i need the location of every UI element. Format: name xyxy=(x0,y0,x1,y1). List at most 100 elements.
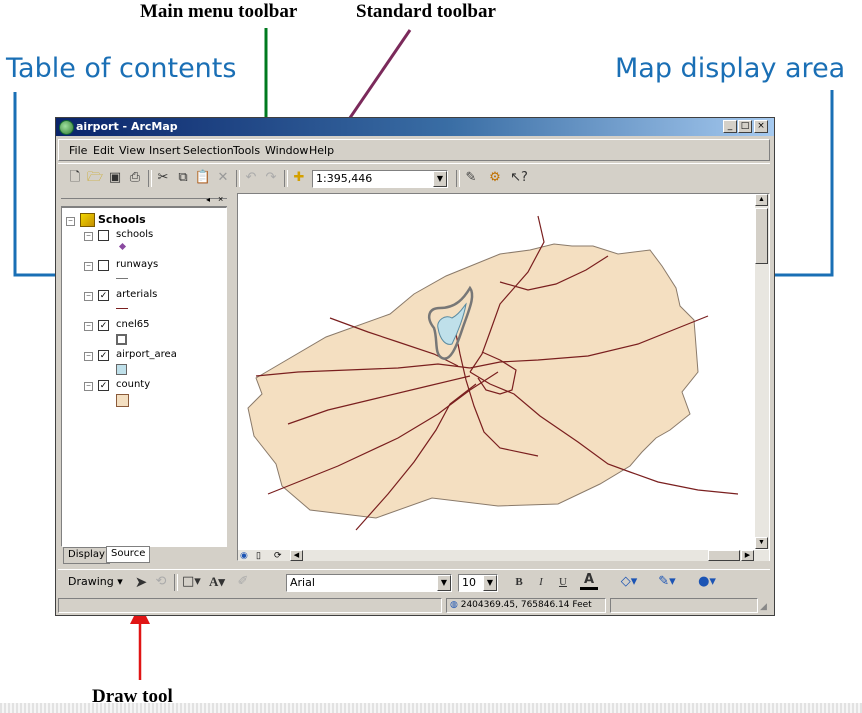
close-button[interactable]: × xyxy=(754,120,768,133)
map-display-area[interactable]: ▲ ▼ ◉ ▯ ⟳ ◀ ▶ xyxy=(237,193,770,561)
vertical-scroll-thumb[interactable] xyxy=(755,208,768,264)
drawing-menu[interactable]: Drawing ▾ xyxy=(68,575,123,588)
line-color-icon[interactable]: ✎▾ xyxy=(658,573,676,591)
collapse-icon[interactable]: − xyxy=(84,292,93,301)
menu-insert[interactable]: Insert xyxy=(149,144,181,157)
horizontal-scroll-thumb[interactable] xyxy=(708,550,740,561)
whats-this-icon[interactable]: ↖? xyxy=(510,169,528,187)
refresh-view-icon[interactable]: ⟳ xyxy=(274,550,282,561)
data-frame-name[interactable]: Schools xyxy=(98,213,146,226)
collapse-icon[interactable]: − xyxy=(84,322,93,331)
layer-checkbox-schools[interactable] xyxy=(98,230,109,241)
select-elements-icon[interactable]: ➤ xyxy=(132,573,150,591)
menu-file[interactable]: File xyxy=(69,144,87,157)
tab-source[interactable]: Source xyxy=(106,546,151,563)
scroll-down-icon[interactable]: ▼ xyxy=(755,537,768,549)
globe-icon: ◍ xyxy=(450,600,458,610)
maximize-button[interactable]: □ xyxy=(738,120,752,133)
toc-close-icon[interactable]: × xyxy=(218,194,223,204)
collapse-icon[interactable]: − xyxy=(84,382,93,391)
layer-checkbox-arterials[interactable]: ✓ xyxy=(98,290,109,301)
menu-tools[interactable]: Tools xyxy=(233,144,260,157)
title-bar[interactable]: airport - ArcMap _ □ × xyxy=(56,118,774,136)
menu-selection[interactable]: Selection xyxy=(183,144,234,157)
layer-checkbox-airport-area[interactable]: ✓ xyxy=(98,350,109,361)
rectangle-icon[interactable]: □▾ xyxy=(182,573,201,591)
redo-icon[interactable]: ↷ xyxy=(262,169,280,187)
collapse-icon[interactable]: − xyxy=(84,232,93,241)
menu-view[interactable]: View xyxy=(119,144,145,157)
new-icon[interactable]: 🗋 xyxy=(66,169,84,187)
font-size-value: 10 xyxy=(462,576,476,589)
menu-window[interactable]: Window xyxy=(265,144,308,157)
layer-name-airport-area[interactable]: airport_area xyxy=(116,349,177,360)
scroll-right-icon[interactable]: ▶ xyxy=(741,550,754,561)
rotate-icon[interactable]: ⟲ xyxy=(152,573,170,591)
print-icon[interactable]: ⎙ xyxy=(126,169,144,187)
data-view-icon[interactable]: ◉ xyxy=(240,550,248,561)
font-size-combo[interactable]: 10 ▼ xyxy=(458,574,498,592)
map-scale-value: 1:395,446 xyxy=(316,172,373,185)
marker-color-icon[interactable]: ●▾ xyxy=(698,573,716,591)
chevron-down-icon[interactable]: ▼ xyxy=(433,171,447,187)
font-color-button[interactable]: A xyxy=(580,573,598,590)
toolbar-separator xyxy=(236,170,240,187)
layer-name-arterials[interactable]: arterials xyxy=(116,289,157,300)
horizontal-scrollbar[interactable]: ◉ ▯ ⟳ ◀ ▶ xyxy=(238,550,769,561)
layer-name-cnel65[interactable]: cnel65 xyxy=(116,319,150,330)
edit-vertices-icon[interactable]: ✐ xyxy=(234,573,252,591)
arctoolbox-icon[interactable]: ⚙ xyxy=(486,169,504,187)
layer-name-runways[interactable]: runways xyxy=(116,259,158,270)
menu-help[interactable]: Help xyxy=(309,144,334,157)
paste-icon[interactable]: 📋 xyxy=(194,169,212,187)
status-message xyxy=(58,598,442,613)
arcmap-globe-icon xyxy=(59,120,74,135)
map-scale-combo[interactable]: 1:395,446 ▼ xyxy=(312,170,448,188)
scroll-left-icon[interactable]: ◀ xyxy=(290,550,303,561)
vertical-scrollbar[interactable]: ▲ ▼ xyxy=(755,194,769,549)
toolbar-separator xyxy=(174,574,178,591)
collapse-icon[interactable]: − xyxy=(66,217,75,226)
underline-button[interactable]: U xyxy=(554,573,572,591)
status-extra-field xyxy=(610,598,758,613)
polygon-symbol-icon xyxy=(116,334,127,345)
save-icon[interactable]: ▣ xyxy=(106,169,124,187)
layer-checkbox-county[interactable]: ✓ xyxy=(98,380,109,391)
toc-grip[interactable] xyxy=(61,198,227,207)
delete-icon[interactable]: ✕ xyxy=(214,169,232,187)
map-canvas[interactable] xyxy=(238,194,754,549)
resize-grip-icon[interactable]: ◢ xyxy=(760,601,767,612)
font-combo[interactable]: Arial ▼ xyxy=(286,574,452,592)
undo-icon[interactable]: ↶ xyxy=(242,169,260,187)
italic-button[interactable]: I xyxy=(532,573,550,591)
line-symbol-icon xyxy=(116,308,128,309)
toolbar-separator xyxy=(148,170,152,187)
layer-name-county[interactable]: county xyxy=(116,379,150,390)
layer-checkbox-cnel65[interactable]: ✓ xyxy=(98,320,109,331)
cut-icon[interactable]: ✂ xyxy=(154,169,172,187)
minimize-button[interactable]: _ xyxy=(723,120,737,133)
bottom-band xyxy=(0,703,862,713)
layer-name-schools[interactable]: schools xyxy=(116,229,153,240)
new-text-icon[interactable]: A▾ xyxy=(208,573,226,591)
open-icon[interactable]: 🗁 xyxy=(86,169,104,187)
add-data-icon[interactable]: ✚ xyxy=(290,169,308,187)
table-of-contents: − Schools − schools − runways − ✓ arteri… xyxy=(61,207,227,547)
status-bar: ◍ 2404369.45, 765846.14 Feet ◢ xyxy=(58,597,770,614)
collapse-icon[interactable]: − xyxy=(84,262,93,271)
tab-display[interactable]: Display xyxy=(63,547,110,564)
bold-button[interactable]: B xyxy=(510,573,528,591)
chevron-down-icon[interactable]: ▼ xyxy=(437,575,451,591)
menu-edit[interactable]: Edit xyxy=(93,144,114,157)
layout-view-icon[interactable]: ▯ xyxy=(256,550,261,561)
county-polygon xyxy=(247,243,699,519)
layer-checkbox-runways[interactable] xyxy=(98,260,109,271)
toc-pin-icon[interactable]: ◂ xyxy=(206,195,210,204)
chevron-down-icon[interactable]: ▼ xyxy=(483,575,497,591)
collapse-icon[interactable]: − xyxy=(84,352,93,361)
editor-icon[interactable]: ✎ xyxy=(462,169,480,187)
fill-color-icon[interactable]: ◇▾ xyxy=(620,573,638,591)
copy-icon[interactable]: ⧉ xyxy=(174,169,192,187)
main-menu-toolbar: File Edit View Insert Selection Tools Wi… xyxy=(58,139,770,161)
scroll-up-icon[interactable]: ▲ xyxy=(755,194,768,206)
